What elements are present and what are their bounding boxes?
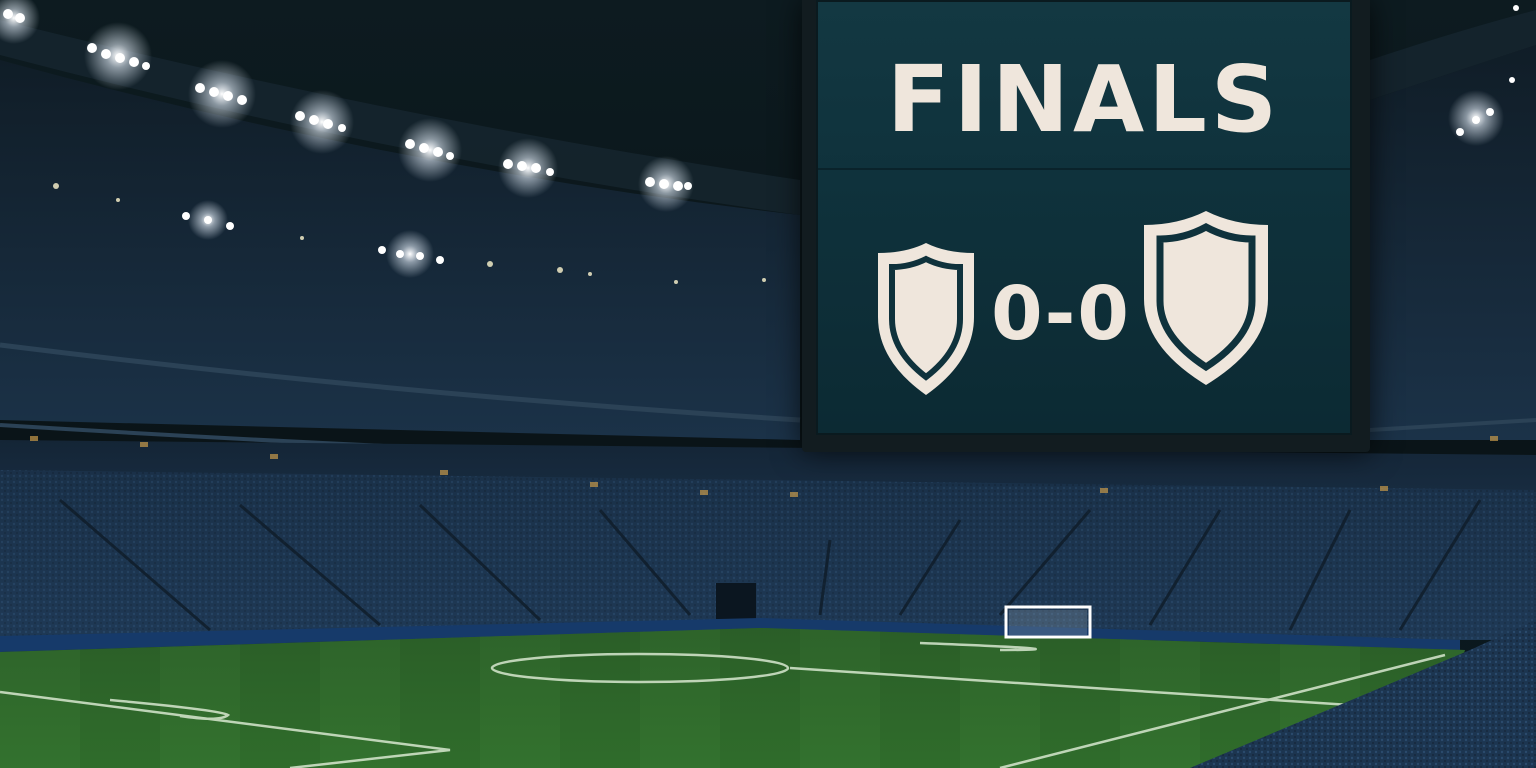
scoreboard-title: FINALS: [886, 46, 1282, 153]
score-text: 0-0: [991, 271, 1131, 357]
home-crest-shield-icon: [878, 243, 974, 395]
screen-divider: [818, 168, 1350, 170]
scoreboard-screen: FINALS 0-0: [816, 0, 1352, 435]
scoreboard: FINALS 0-0: [802, 0, 1370, 452]
stadium-scene: FINALS 0-0: [0, 0, 1536, 768]
away-crest-shield-icon: [1144, 211, 1268, 385]
score-row: 0-0: [818, 197, 1350, 417]
